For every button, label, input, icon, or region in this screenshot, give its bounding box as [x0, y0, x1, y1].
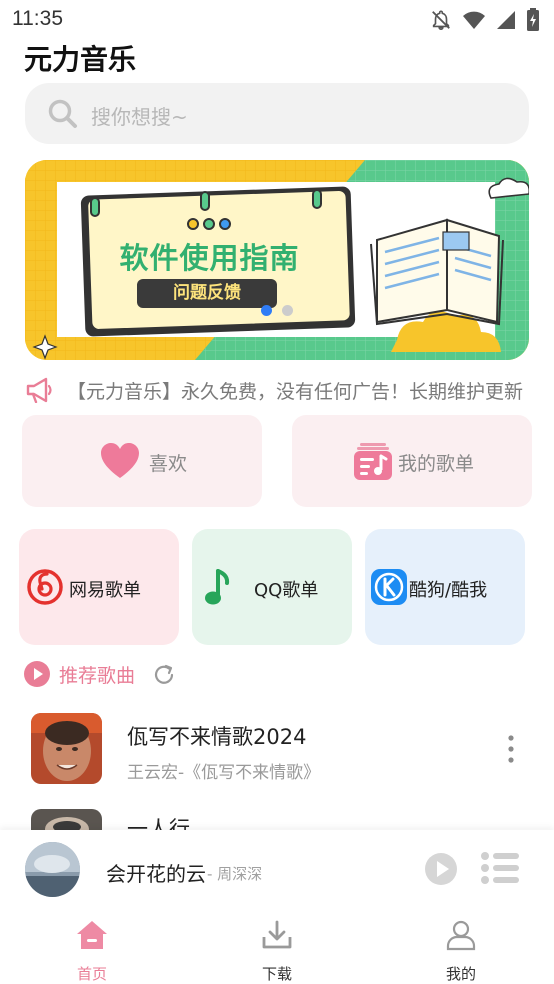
home-icon — [77, 921, 107, 949]
play-circle-icon — [24, 661, 50, 687]
tab-download[interactable]: 下载 — [217, 910, 337, 984]
netease-music-icon — [27, 569, 63, 605]
song-subtitle: 王云宏-《佤写不来情歌》 — [127, 763, 321, 783]
qq-playlist-label: QQ歌单 — [254, 580, 319, 601]
recommend-title: 推荐歌曲 — [59, 665, 136, 687]
player-song-title: 会开花的云 — [106, 862, 206, 886]
tab-home[interactable]: 首页 — [32, 910, 152, 984]
song-title: 一人行 — [127, 817, 190, 830]
player-artist: - 周深深 — [207, 865, 263, 883]
mini-player[interactable]: 会开花的云 - 周深深 — [0, 830, 554, 910]
download-icon — [262, 920, 292, 949]
song-cover — [31, 713, 102, 784]
kugou-icon — [371, 569, 407, 605]
notifications-off-icon — [432, 10, 450, 30]
megaphone-icon — [26, 377, 52, 403]
song-cover — [31, 809, 102, 830]
guide-banner[interactable]: 软件使用指南 问题反馈 — [25, 160, 529, 360]
play-icon[interactable] — [424, 852, 458, 886]
more-options-icon[interactable] — [507, 734, 515, 764]
song-row[interactable]: 佤写不来情歌2024 王云宏-《佤写不来情歌》 — [0, 708, 554, 788]
netease-playlist-label: 网易歌单 — [69, 580, 141, 601]
tab-mine[interactable]: 我的 — [401, 910, 521, 984]
banner-indicator — [282, 305, 293, 316]
feedback-button[interactable]: 问题反馈 — [137, 279, 277, 308]
search-input[interactable]: 搜你想搜~ — [25, 83, 529, 144]
banner-title: 软件使用指南 — [119, 241, 300, 275]
playlist-icon — [354, 443, 392, 480]
refresh-icon[interactable] — [152, 663, 176, 687]
battery-charging-icon — [527, 8, 539, 31]
song-title: 佤写不来情歌2024 — [127, 725, 307, 749]
wifi-icon — [463, 11, 485, 29]
qq-playlist-card[interactable]: QQ歌单 — [192, 529, 352, 645]
notice-bar[interactable]: 【元力音乐】永久免费，没有任何广告！长期维护更新 — [25, 375, 529, 405]
app-title: 元力音乐 — [24, 43, 137, 76]
cell-signal-icon — [497, 11, 515, 29]
tab-mine-label: 我的 — [445, 965, 476, 983]
tab-home-label: 首页 — [76, 965, 107, 983]
status-bar: 11:35 — [0, 0, 554, 38]
banner-indicator-active — [261, 305, 272, 316]
bottom-tab-bar: 首页 下载 我的 — [0, 910, 554, 984]
like-label: 喜欢 — [149, 453, 188, 475]
user-icon — [446, 920, 476, 951]
search-placeholder: 搜你想搜~ — [91, 105, 188, 129]
my-playlist-button[interactable]: 我的歌单 — [292, 415, 532, 507]
like-button[interactable]: 喜欢 — [22, 415, 262, 507]
search-icon — [48, 99, 77, 128]
kugou-kuwo-playlist-card[interactable]: 酷狗/酷我 — [365, 529, 525, 645]
tab-download-label: 下载 — [261, 965, 292, 983]
player-cover — [25, 842, 80, 897]
status-time: 11:35 — [12, 7, 63, 30]
qq-music-note-icon — [205, 569, 230, 605]
song-row[interactable]: 一人行 — [0, 800, 554, 830]
status-icons — [430, 8, 540, 32]
my-playlist-label: 我的歌单 — [398, 453, 475, 475]
heart-icon — [101, 443, 139, 478]
kugou-kuwo-playlist-label: 酷狗/酷我 — [409, 580, 488, 601]
notice-text: 【元力音乐】永久免费，没有任何广告！长期维护更新 — [67, 381, 524, 403]
netease-playlist-card[interactable]: 网易歌单 — [19, 529, 179, 645]
queue-list-icon[interactable] — [481, 852, 519, 884]
